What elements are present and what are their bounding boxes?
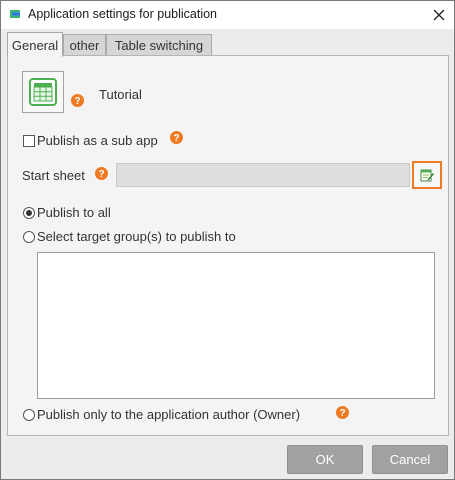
cancel-button[interactable]: Cancel <box>372 445 448 474</box>
svg-text:?: ? <box>339 408 345 419</box>
app-logo-icon <box>8 7 22 21</box>
start-sheet-label: Start sheet <box>22 168 85 183</box>
radio-owner-only-label: Publish only to the application author (… <box>37 407 301 422</box>
svg-text:?: ? <box>173 133 179 144</box>
tab-general[interactable]: General <box>7 32 63 57</box>
close-button[interactable] <box>424 1 454 29</box>
close-icon <box>433 9 445 21</box>
title-bar: Application settings for publication <box>1 1 454 29</box>
question-mark-icon[interactable]: ? <box>95 167 108 180</box>
question-mark-icon[interactable]: ? <box>336 406 349 419</box>
settings-dialog: Application settings for publication Gen… <box>0 0 455 480</box>
radio-select-groups-label: Select target group(s) to publish to <box>37 229 236 244</box>
radio-select-groups[interactable] <box>23 231 35 243</box>
question-mark-icon[interactable]: ? <box>170 131 183 144</box>
radio-publish-all-label: Publish to all <box>37 205 111 220</box>
general-panel: ? Tutorial Publish as a sub app ? Start … <box>7 55 449 436</box>
edit-sheet-icon <box>420 169 434 182</box>
app-name-label: Tutorial <box>99 87 142 102</box>
ok-button[interactable]: OK <box>287 445 363 474</box>
publish-sub-app-label: Publish as a sub app <box>37 133 158 148</box>
radio-publish-all[interactable] <box>23 207 35 219</box>
edit-start-sheet-button[interactable] <box>412 161 442 189</box>
tab-table-switching[interactable]: Table switching <box>106 34 212 56</box>
question-mark-icon[interactable]: ? <box>71 94 84 107</box>
start-sheet-field[interactable] <box>116 163 410 187</box>
table-sheet-icon <box>29 78 57 106</box>
svg-text:?: ? <box>98 169 104 180</box>
radio-owner-only[interactable] <box>23 409 35 421</box>
app-icon-button[interactable] <box>22 71 64 113</box>
tab-other[interactable]: other <box>63 34 106 56</box>
svg-text:?: ? <box>74 96 80 107</box>
target-group-list[interactable] <box>37 252 435 399</box>
publish-sub-app-checkbox[interactable] <box>23 135 35 147</box>
dialog-title: Application settings for publication <box>28 7 218 21</box>
